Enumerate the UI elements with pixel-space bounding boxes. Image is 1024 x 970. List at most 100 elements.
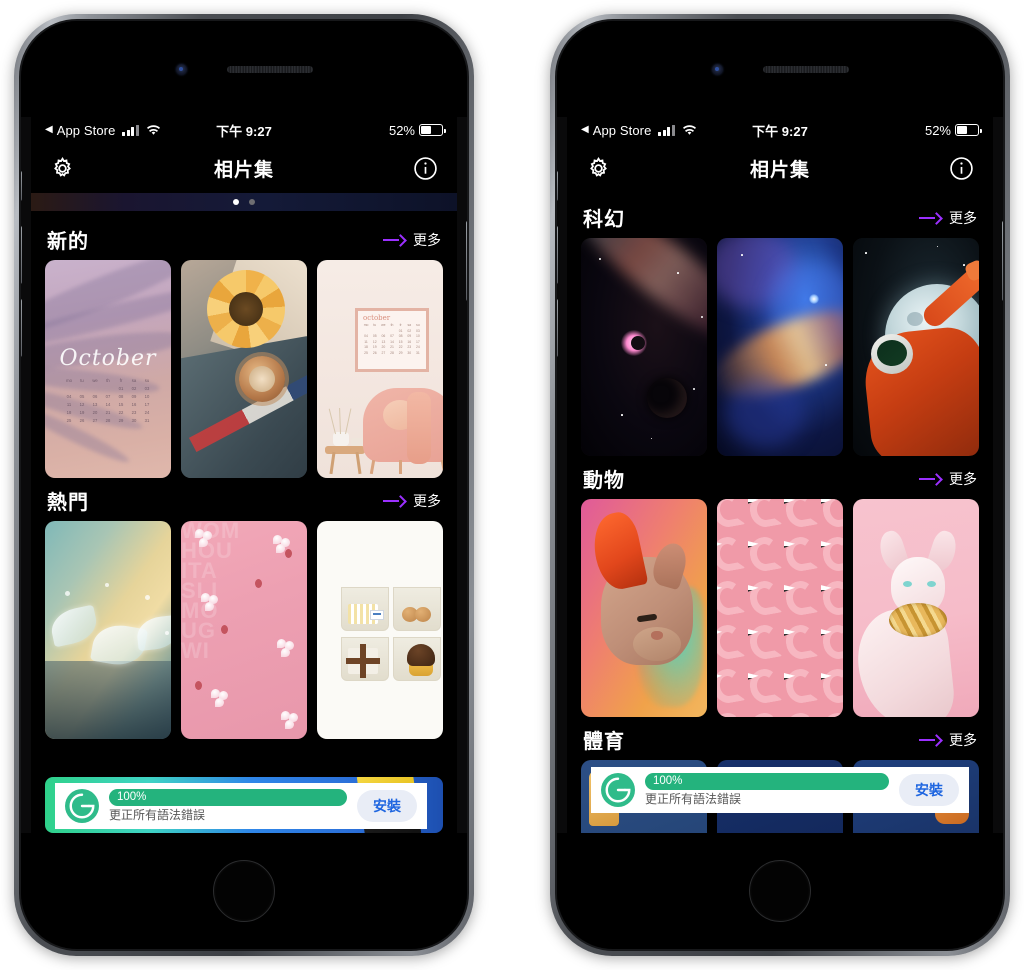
pager-dot-2[interactable] bbox=[249, 199, 255, 205]
thumb-pink-cherry-blossoms[interactable]: WOMHOUITASLIMOUGWI bbox=[181, 521, 307, 739]
more-label: 更多 bbox=[949, 209, 977, 226]
more-label: 更多 bbox=[949, 731, 977, 748]
status-bar: ◀ App Store 下午 9:27 52% bbox=[31, 117, 457, 143]
ad-progress-label: 100% bbox=[653, 775, 683, 787]
gear-icon[interactable] bbox=[47, 153, 77, 183]
arrow-right-icon bbox=[919, 474, 941, 484]
phone-top-hardware bbox=[21, 21, 467, 117]
artwork: October mo tu we th fr sa su 01 02 03 04 05 06 07 08 09… bbox=[45, 260, 171, 478]
thumb-row-animals bbox=[567, 499, 993, 717]
thumb-row-popular: WOMHOUITASLIMOUGWI bbox=[31, 521, 457, 739]
thumb-caption: October bbox=[59, 346, 157, 371]
wifi-icon bbox=[682, 124, 697, 136]
artwork: october mo tu we th fr sa su 01 02 03 04 05 06 07 08 09… bbox=[317, 260, 443, 478]
section-header-scifi: 科幻 更多 bbox=[567, 195, 993, 238]
info-circle-icon[interactable] bbox=[411, 153, 441, 183]
content-right: 科幻 更多 動物 更多 體育 更多 bbox=[567, 193, 993, 837]
power-button[interactable] bbox=[1002, 221, 1003, 301]
phone-bottom-hardware bbox=[21, 833, 467, 949]
more-label: 更多 bbox=[413, 231, 441, 248]
ad-subtitle: 更正所有語法錯誤 bbox=[109, 807, 206, 822]
nav-bar: 相片集 bbox=[567, 143, 993, 193]
ad-card[interactable]: 100% 更正所有語法錯誤 安裝 bbox=[591, 767, 969, 813]
thumb-sphynx-cat-neon-light[interactable] bbox=[581, 499, 707, 717]
signal-bars-icon bbox=[658, 124, 675, 136]
gear-icon[interactable] bbox=[583, 153, 613, 183]
artwork bbox=[581, 499, 707, 717]
phone-bottom-hardware bbox=[557, 833, 1003, 949]
more-link-new[interactable]: 更多 bbox=[383, 230, 441, 250]
volume-down-button[interactable] bbox=[557, 299, 558, 357]
nav-bar: 相片集 bbox=[31, 143, 457, 193]
thumb-white-sphynx-gold-chain[interactable] bbox=[853, 499, 979, 717]
section-title: 科幻 bbox=[583, 209, 625, 231]
battery-icon bbox=[419, 124, 446, 136]
ad-banner[interactable]: 100% 更正所有語法錯誤 安裝 bbox=[567, 767, 993, 819]
status-bar-left[interactable]: ◀ App Store bbox=[45, 123, 161, 138]
more-link-sports[interactable]: 更多 bbox=[919, 730, 977, 750]
more-link-scifi[interactable]: 更多 bbox=[919, 208, 977, 228]
info-circle-icon[interactable] bbox=[947, 153, 977, 183]
arrow-right-icon bbox=[383, 235, 405, 245]
mute-switch[interactable] bbox=[21, 171, 22, 201]
calendar-grid-october-small: mo tu we th fr sa su 01 02 03 04 05 06 07 08 09 10 11 12 13… bbox=[363, 323, 420, 355]
more-label: 更多 bbox=[949, 470, 977, 487]
phone-right-body: ◀ App Store 下午 9:27 52% 相片集 科幻 更多 動物 更多 … bbox=[555, 19, 1005, 951]
ad-text-area: 100% 更正所有語法錯誤 bbox=[645, 772, 889, 808]
thumb-astronaut-pointing-moon[interactable] bbox=[853, 238, 979, 456]
ad-install-button[interactable]: 安裝 bbox=[357, 790, 417, 822]
more-link-animals[interactable]: 更多 bbox=[919, 469, 977, 489]
battery-percent-label: 52% bbox=[388, 122, 415, 138]
thumb-blue-orange-nebula[interactable] bbox=[717, 238, 843, 456]
ad-card[interactable]: 100% 更正所有語法錯誤 安裝 bbox=[55, 783, 427, 829]
arrow-right-icon bbox=[919, 213, 941, 223]
ad-subtitle: 更正所有語法錯誤 bbox=[645, 791, 742, 806]
ad-progress-label: 100% bbox=[117, 791, 147, 803]
artwork bbox=[853, 499, 979, 717]
section-header-animals: 動物 更多 bbox=[567, 456, 993, 499]
phone-top-hardware bbox=[557, 21, 1003, 117]
more-label: 更多 bbox=[413, 492, 441, 509]
thumb-water-splash-butterflies[interactable] bbox=[45, 521, 171, 739]
screen-right: ◀ App Store 下午 9:27 52% 相片集 科幻 更多 動物 更多 … bbox=[567, 117, 993, 837]
front-camera-icon bbox=[711, 63, 723, 75]
thumb-sweets-shelf-boxes[interactable] bbox=[317, 521, 443, 739]
ad-text-area: 100% 更正所有語法錯誤 bbox=[109, 788, 347, 824]
status-back-label: App Store bbox=[56, 122, 116, 138]
section-title: 體育 bbox=[583, 731, 625, 753]
artwork bbox=[717, 238, 843, 456]
section-title: 熱門 bbox=[47, 492, 89, 514]
status-back-label: App Store bbox=[592, 122, 652, 138]
page-title: 相片集 bbox=[213, 159, 274, 181]
battery-icon bbox=[955, 124, 982, 136]
ad-progress-bar: 100% bbox=[645, 772, 889, 790]
phone-left: ◀ App Store 下午 9:27 52% 相片集 新的 更多 Octobe… bbox=[14, 14, 474, 956]
volume-down-button[interactable] bbox=[21, 299, 22, 357]
thumb-galaxy-dark-planet[interactable] bbox=[581, 238, 707, 456]
mute-switch[interactable] bbox=[557, 171, 558, 201]
ad-install-button[interactable]: 安裝 bbox=[899, 774, 959, 806]
volume-up-button[interactable] bbox=[557, 226, 558, 284]
thumb-sunflower-watch-denim-flatlay[interactable] bbox=[181, 260, 307, 478]
status-bar-right: 52% bbox=[925, 123, 982, 138]
earpiece-speaker-icon bbox=[762, 65, 849, 73]
thumb-october-palm-shadow-calendar[interactable]: October mo tu we th fr sa su 01 02 03 04 05 06 07 08 09… bbox=[45, 260, 171, 478]
wifi-icon bbox=[146, 124, 161, 136]
section-title: 新的 bbox=[47, 231, 89, 253]
pager-dot-1[interactable] bbox=[233, 199, 239, 205]
thumb-caption: october bbox=[363, 314, 391, 322]
home-button[interactable] bbox=[749, 860, 811, 922]
thumb-flamingo-pattern[interactable] bbox=[717, 499, 843, 717]
home-button[interactable] bbox=[213, 860, 275, 922]
section-header-new: 新的 更多 bbox=[31, 217, 457, 260]
ad-banner[interactable]: 100% 更正所有語法錯誤 安裝 bbox=[31, 773, 457, 837]
thumb-pink-armchair-october-frame[interactable]: october mo tu we th fr sa su 01 02 03 04 05 06 07 08 09… bbox=[317, 260, 443, 478]
volume-up-button[interactable] bbox=[21, 226, 22, 284]
calendar-grid-october: mo tu we th fr sa su 01 02 03 04 05 06 07 08 09 10 11 12 13… bbox=[66, 378, 150, 423]
status-bar-left[interactable]: ◀ App Store bbox=[581, 123, 697, 138]
screenshot-stage: ◀ App Store 下午 9:27 52% 相片集 新的 更多 Octobe… bbox=[0, 0, 1024, 970]
more-link-popular[interactable]: 更多 bbox=[383, 491, 441, 511]
power-button[interactable] bbox=[466, 221, 467, 301]
promo-banner-strip[interactable] bbox=[31, 193, 457, 211]
phone-right: ◀ App Store 下午 9:27 52% 相片集 科幻 更多 動物 更多 … bbox=[550, 14, 1010, 956]
